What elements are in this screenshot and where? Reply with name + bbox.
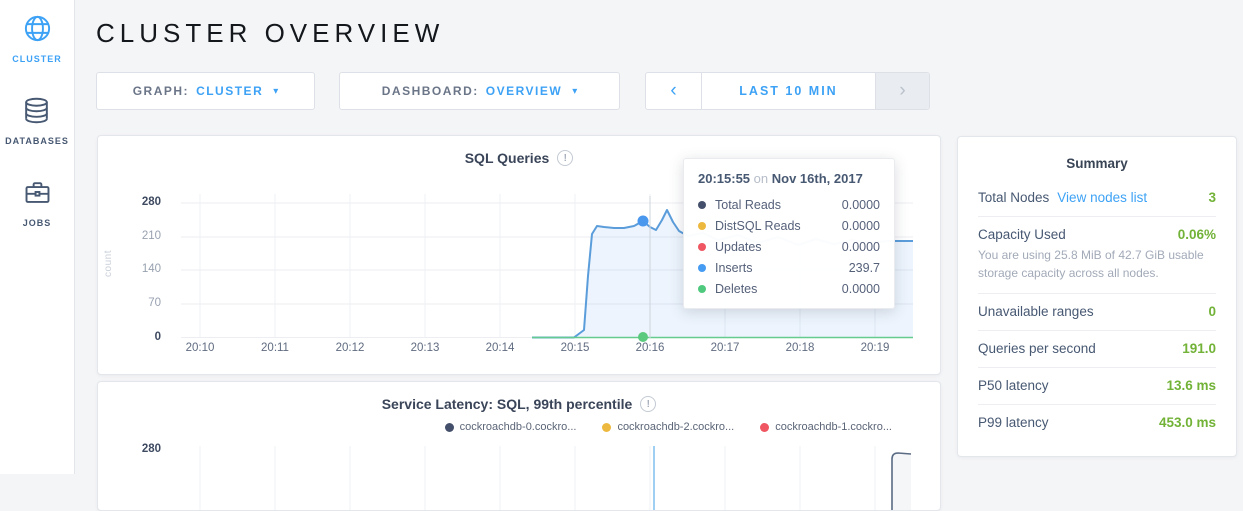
y-tick: 210 [121,230,161,242]
view-nodes-list-link[interactable]: View nodes list [1057,190,1147,205]
series-dot-icon [698,201,706,209]
x-tick: 20:15 [547,342,603,354]
y-tick: 0 [121,331,161,343]
time-range-value[interactable]: LAST 10 MIN [701,73,876,109]
chart-title: SQL Queries [465,150,550,166]
y-tick: 280 [121,196,161,208]
page-title: CLUSTER OVERVIEW [96,18,444,49]
tooltip-row: DistSQL Reads 0.0000 [698,215,880,236]
summary-panel: Summary Total Nodes View nodes list 3 Ca… [957,136,1237,457]
sidebar-item-cluster[interactable]: CLUSTER [12,13,62,64]
graph-dropdown-value: CLUSTER [196,84,263,98]
x-tick: 20:14 [472,342,528,354]
sidebar: CLUSTER DATABASES JOBS [0,0,75,474]
series-dot-icon [698,243,706,251]
series-dot-icon [698,285,706,293]
summary-title: Summary [978,156,1216,171]
briefcase-icon [22,177,53,213]
dashboard-dropdown[interactable]: DASHBOARD: OVERVIEW ▾ [339,72,620,110]
tooltip-row: Total Reads 0.0000 [698,194,880,215]
sidebar-item-label: DATABASES [5,136,69,146]
chart-title: Service Latency: SQL, 99th percentile [382,396,633,412]
x-tick: 20:10 [172,342,228,354]
dashboard-dropdown-label: DASHBOARD: [382,84,479,98]
legend-item[interactable]: cockroachdb-0.cockro... [445,421,577,433]
unavailable-ranges-value: 0 [1208,304,1216,319]
service-latency-chart-card: Service Latency: SQL, 99th percentile ! … [97,381,941,511]
p99-latency-value: 453.0 ms [1159,415,1216,430]
capacity-used-value: 0.06% [1178,227,1216,242]
y-tick: 140 [121,263,161,275]
chevron-down-icon: ▾ [273,86,278,97]
summary-row-p50-latency: P50 latency 13.6 ms [978,368,1216,405]
chevron-right-icon: › [899,80,905,102]
y-tick: 70 [121,297,161,309]
summary-row-queries-per-second: Queries per second 191.0 [978,331,1216,368]
globe-icon [22,13,53,49]
summary-row-unavailable-ranges: Unavailable ranges 0 [978,294,1216,331]
dashboard-dropdown-value: OVERVIEW [486,84,562,98]
series-dot-icon [760,423,769,432]
x-tick: 20:19 [847,342,903,354]
sidebar-item-label: JOBS [23,218,52,228]
graph-dropdown[interactable]: GRAPH: CLUSTER ▾ [96,72,315,110]
database-icon [21,95,52,131]
time-range-prev-button[interactable]: ‹ [646,73,701,109]
time-range-selector: ‹ LAST 10 MIN › [645,72,930,110]
p50-latency-value: 13.6 ms [1166,378,1216,393]
y-axis-label: count [103,250,114,277]
summary-row-total-nodes: Total Nodes View nodes list 3 [978,180,1216,217]
y-tick: 280 [121,443,161,455]
series-dot-icon [602,423,611,432]
x-tick: 20:18 [772,342,828,354]
tooltip-row: Deletes 0.0000 [698,278,880,299]
series-dot-icon [445,423,454,432]
queries-per-second-value: 191.0 [1182,341,1216,356]
x-tick: 20:12 [322,342,378,354]
sidebar-item-jobs[interactable]: JOBS [22,177,53,228]
chart-hover-tooltip: 20:15:55 on Nov 16th, 2017 Total Reads 0… [683,158,895,309]
legend-item[interactable]: cockroachdb-2.cockro... [602,421,734,433]
x-tick: 20:16 [622,342,678,354]
series-dot-icon [698,222,706,230]
info-icon[interactable]: ! [640,396,656,412]
x-tick: 20:11 [247,342,303,354]
capacity-used-subtext: You are using 25.8 MiB of 42.7 GiB usabl… [978,246,1216,282]
time-range-next-button[interactable]: › [876,73,929,109]
summary-row-capacity-used: Capacity Used 0.06% You are using 25.8 M… [978,217,1216,294]
total-nodes-value: 3 [1208,190,1216,205]
chart-legend: cockroachdb-0.cockro... cockroachdb-2.co… [445,421,892,433]
x-tick: 20:17 [697,342,753,354]
info-icon[interactable]: ! [557,150,573,166]
legend-item[interactable]: cockroachdb-1.cockro... [760,421,892,433]
summary-row-p99-latency: P99 latency 453.0 ms [978,405,1216,441]
graph-dropdown-label: GRAPH: [133,84,189,98]
sidebar-item-databases[interactable]: DATABASES [5,95,69,146]
sql-queries-chart-card: SQL Queries ! count 280 210 140 70 0 [97,135,941,375]
chevron-down-icon: ▾ [572,86,577,97]
tooltip-timestamp: 20:15:55 on Nov 16th, 2017 [698,171,880,186]
tooltip-row: Inserts 239.7 [698,257,880,278]
x-tick: 20:13 [397,342,453,354]
chevron-left-icon: ‹ [670,80,676,102]
sidebar-item-label: CLUSTER [12,54,62,64]
tooltip-row: Updates 0.0000 [698,236,880,257]
series-dot-icon [698,264,706,272]
